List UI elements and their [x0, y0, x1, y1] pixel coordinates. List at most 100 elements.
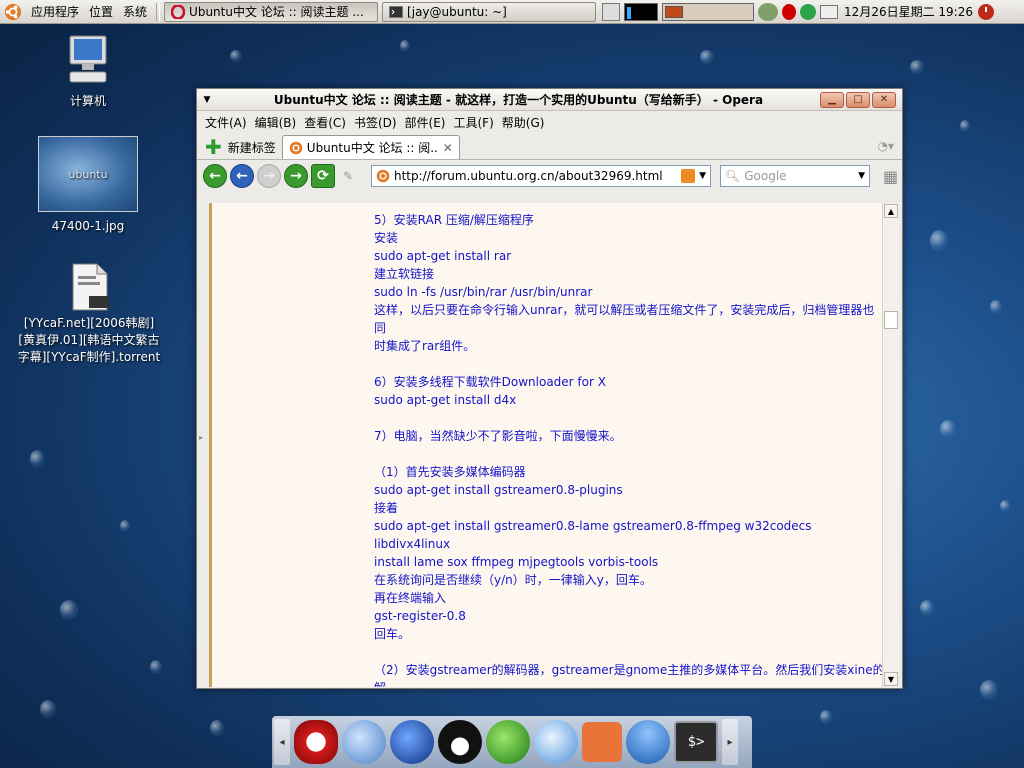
taskbar-opera[interactable]: Ubuntu中文 论坛 :: 阅读主题 ...	[164, 1, 379, 22]
menu-help[interactable]: 帮助(G)	[498, 114, 549, 131]
taskbar-terminal[interactable]: [jay@ubuntu: ~]	[382, 1, 597, 22]
tab-bar: ✚ 新建标签 Ubuntu中文 论坛 :: 阅... ✕ ◔▾	[197, 133, 902, 159]
desktop-icon-torrent[interactable]: [YYcaF.net][2006韩剧][黄真伊.01][韩语中文繁古字幕][YY…	[16, 262, 162, 366]
post-line: sudo apt-get install d4x	[374, 393, 517, 407]
tab-label: Ubuntu中文 论坛 :: 阅...	[306, 141, 439, 155]
post-line: 建立软链接	[374, 267, 435, 281]
new-tab-button[interactable]: ✚ 新建标签	[203, 135, 282, 159]
menu-file[interactable]: 文件(A)	[201, 114, 251, 131]
workspace-switcher-icon[interactable]	[602, 2, 621, 21]
opera-icon[interactable]	[294, 720, 338, 764]
desktop-icon-torrent-label: [YYcaF.net][2006韩剧][黄真伊.01][韩语中文繁古字幕][YY…	[17, 316, 161, 364]
logout-icon[interactable]	[977, 3, 995, 21]
chat-icon[interactable]	[534, 720, 578, 764]
menu-edit[interactable]: 编辑(B)	[251, 114, 301, 131]
scrollbar-thumb[interactable]	[884, 311, 898, 329]
post-line: 在系统询问是否继续（y/n）时，一律输入y，回车。	[374, 573, 652, 587]
menu-bookmarks[interactable]: 书签(D)	[350, 114, 401, 131]
post-line: 7）电脑，当然缺少不了影音啦，下面慢慢来。	[374, 429, 622, 443]
menu-bar: 文件(A) 编辑(B) 查看(C) 书签(D) 部件(E) 工具(F) 帮助(G…	[197, 111, 902, 133]
terminal-icon	[389, 5, 404, 18]
scroll-up-icon[interactable]: ▲	[884, 204, 898, 218]
menu-view[interactable]: 查看(C)	[300, 114, 350, 131]
chevron-down-icon[interactable]: ▼	[858, 171, 865, 181]
tab-close-icon[interactable]: ✕	[443, 141, 453, 155]
cpu-monitor[interactable]	[624, 2, 659, 21]
post-line: sudo apt-get install rar	[374, 249, 512, 263]
post-line: 接着	[374, 501, 399, 515]
plus-icon: ✚	[205, 135, 222, 159]
window-menu-icon[interactable]: ▼	[197, 95, 217, 105]
address-bar[interactable]: http://forum.ubuntu.org.cn/about32969.ht…	[371, 165, 711, 187]
rewind-icon[interactable]: ←	[230, 164, 254, 188]
minimize-button[interactable]: ▁	[820, 91, 844, 108]
post-line: 安装	[374, 231, 399, 245]
desktop-icon-image-label: 47400-1.jpg	[51, 219, 125, 233]
menu-system[interactable]: 系统	[118, 3, 152, 20]
page-content: 5）安装RAR 压缩/解压缩程序 安装 sudo apt-get install r…	[209, 203, 899, 687]
side-panel-toggle[interactable]: ▸	[197, 203, 209, 687]
post-line: 时集成了rar组件。	[374, 339, 476, 353]
post-line: 5）安装RAR 压缩/解压缩程序	[374, 213, 534, 227]
dock: ◂ $> ▸	[272, 716, 752, 768]
desktop-icon-computer[interactable]: 计算机	[56, 34, 120, 110]
post-line: sudo ln -fs /usr/bin/rar /usr/bin/unrar	[374, 285, 593, 299]
panel-separator	[156, 2, 161, 21]
new-tab-label: 新建标签	[227, 140, 276, 155]
menu-widgets[interactable]: 部件(E)	[401, 114, 450, 131]
menu-places[interactable]: 位置	[84, 3, 118, 20]
back-icon[interactable]: ←	[203, 164, 227, 188]
vertical-scrollbar[interactable]: ▲ ▼	[882, 203, 899, 687]
opera-icon	[171, 4, 186, 19]
forward-icon[interactable]: →	[284, 164, 308, 188]
rss-icon[interactable]	[681, 169, 696, 183]
wifi-icon[interactable]	[626, 720, 670, 764]
chevron-down-icon[interactable]: ▼	[699, 171, 706, 181]
wand-icon[interactable]: ✎	[338, 169, 358, 183]
post-line: sudo apt-get install gstreamer0.8-lame g…	[374, 519, 812, 551]
post-line: 这样，以后只要在命令行输入unrar，就可以解压或者压缩文件了，安装完成后，归档…	[374, 303, 875, 335]
maximize-button[interactable]: □	[846, 91, 870, 108]
address-text: http://forum.ubuntu.org.cn/about32969.ht…	[394, 169, 663, 183]
update-icon[interactable]	[800, 3, 817, 20]
post-line: 6）安装多线程下载软件Downloader for X	[374, 375, 606, 389]
workspace-pager[interactable]	[662, 2, 755, 21]
dock-left-arrow-icon[interactable]: ◂	[274, 719, 290, 765]
ubuntu-favicon	[376, 169, 390, 183]
torrent-file-icon	[72, 263, 109, 311]
desktop-icon-computer-label: 计算机	[69, 94, 106, 108]
stardict-icon[interactable]	[582, 722, 622, 762]
printer-icon[interactable]	[820, 4, 839, 19]
dock-right-arrow-icon[interactable]: ▸	[722, 719, 738, 765]
qq-tray-icon[interactable]	[782, 3, 797, 20]
qq-icon[interactable]	[438, 720, 482, 764]
menu-applications[interactable]: 应用程序	[26, 3, 84, 20]
post-line: install lame sox ffmpeg mjpegtools vorbi…	[374, 555, 659, 569]
computer-icon	[69, 35, 107, 83]
terminal-icon[interactable]: $>	[674, 721, 718, 763]
menu-tools[interactable]: 工具(F)	[450, 114, 498, 131]
panels-icon[interactable]: ▦	[883, 167, 898, 186]
network-icon[interactable]	[342, 720, 386, 764]
post-line	[374, 355, 886, 373]
top-panel: 应用程序 位置 系统 Ubuntu中文 论坛 :: 阅读主题 ... [jay@…	[0, 0, 1024, 24]
reload-icon[interactable]: ⟳	[311, 164, 335, 188]
clock[interactable]: 12月26日星期二 19:26	[844, 3, 973, 20]
firefox-icon[interactable]	[390, 720, 434, 764]
taskbar-terminal-label: [jay@ubuntu: ~]	[407, 4, 507, 19]
search-field[interactable]: 🔍︎ Google ▼	[720, 165, 870, 187]
window-titlebar[interactable]: ▼ Ubuntu中文 论坛 :: 阅读主题 - 就这样，打造一个实用的Ubunt…	[197, 89, 902, 111]
trash-icon[interactable]: ◔▾	[878, 139, 895, 153]
desktop-icon-image[interactable]: ubuntu 47400-1.jpg	[34, 136, 142, 235]
network-status-icon[interactable]	[758, 2, 779, 21]
post-line: gst-register-0.8	[374, 609, 466, 623]
post-line: （2）安装gstreamer的解码器，gstreamer是gnome主推的多媒体…	[374, 663, 885, 687]
post-body: 5）安装RAR 压缩/解压缩程序 安装 sudo apt-get install r…	[374, 211, 886, 687]
ubuntu-favicon	[289, 141, 303, 154]
scroll-down-icon[interactable]: ▼	[884, 672, 898, 686]
fast-forward-icon[interactable]: →	[257, 164, 281, 188]
ubuntu-logo-icon[interactable]	[4, 3, 22, 21]
green-app-icon[interactable]	[486, 720, 530, 764]
tab-forum[interactable]: Ubuntu中文 论坛 :: 阅... ✕	[281, 135, 460, 159]
close-button[interactable]: ✕	[872, 91, 896, 108]
